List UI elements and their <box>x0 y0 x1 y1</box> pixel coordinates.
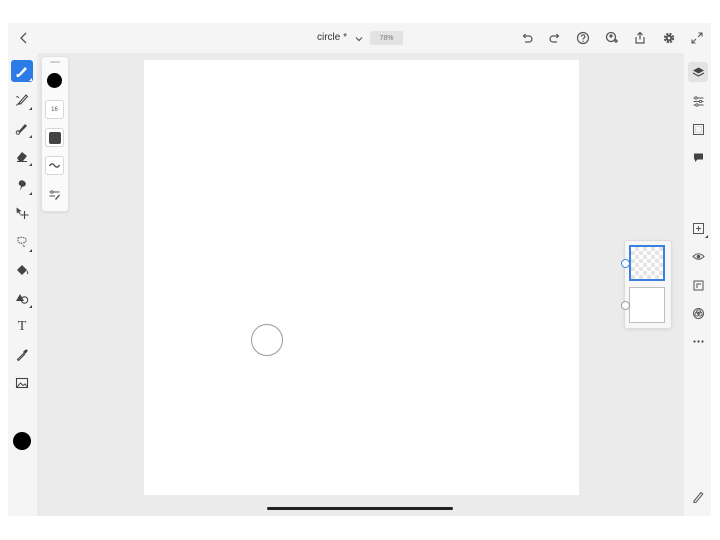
fill-tool[interactable] <box>11 259 33 281</box>
vector-brush-icon <box>15 124 27 135</box>
transform-icon <box>16 207 29 219</box>
selection-tool[interactable] <box>11 231 33 253</box>
layer-thumbnail-background[interactable] <box>629 287 665 323</box>
shapes-tool[interactable] <box>11 287 33 309</box>
left-toolbar: T <box>8 53 37 516</box>
layer-type-badge-icon[interactable] <box>621 301 630 310</box>
layer-type-badge-icon[interactable] <box>621 259 630 268</box>
zoom-level[interactable]: 78% <box>370 31 403 45</box>
eyedropper-tool[interactable] <box>11 344 33 366</box>
layers-icon[interactable] <box>688 62 708 82</box>
eyedropper-icon <box>16 349 28 362</box>
share-icon[interactable] <box>632 30 648 46</box>
right-toolbar <box>684 53 711 516</box>
image-icon <box>15 377 29 389</box>
add-layer-icon[interactable] <box>688 218 708 238</box>
lasso-selection-icon <box>17 236 27 247</box>
vector-brush-tool[interactable] <box>11 117 33 139</box>
paint-bucket-icon <box>17 265 29 275</box>
live-brush-tool[interactable] <box>11 89 33 111</box>
settings-icon[interactable] <box>661 30 677 46</box>
current-color-swatch[interactable] <box>13 432 31 450</box>
canvas-grid-icon[interactable] <box>688 119 708 139</box>
pixel-brush-tool[interactable] <box>11 60 33 82</box>
mask-icon[interactable] <box>688 303 708 323</box>
live-brush-icon <box>15 94 29 106</box>
text-tool[interactable]: T <box>11 316 33 338</box>
brush-color-button[interactable] <box>45 71 63 89</box>
document-title[interactable]: circle * <box>317 32 347 43</box>
help-icon[interactable] <box>575 30 591 46</box>
brush-smoothing-button[interactable] <box>45 156 64 175</box>
undo-icon[interactable] <box>519 30 535 46</box>
brush-settings-icon <box>49 189 60 200</box>
drawing-canvas[interactable] <box>144 60 579 495</box>
visibility-icon[interactable] <box>688 246 708 266</box>
brush-settings-button[interactable] <box>45 185 63 203</box>
shapes-icon <box>16 294 29 304</box>
home-indicator[interactable] <box>267 507 453 510</box>
brush-opacity-button[interactable] <box>45 128 64 147</box>
fullscreen-icon[interactable] <box>689 30 705 46</box>
transform-tool[interactable] <box>11 202 33 224</box>
smudge-tool[interactable] <box>11 174 33 196</box>
edit-pencil-icon[interactable] <box>688 486 708 506</box>
app-window: circle * 78% T 16 <box>8 23 711 516</box>
brush-cursor-indicator <box>251 324 283 356</box>
layer-thumbnail-selected[interactable] <box>629 245 665 281</box>
brush-size-button[interactable]: 16 <box>45 100 64 119</box>
text-tool-glyph: T <box>17 319 27 334</box>
title-chevron-icon[interactable] <box>353 32 365 44</box>
layers-panel <box>621 240 672 329</box>
brush-color-swatch <box>46 72 62 88</box>
eraser-icon <box>17 152 27 162</box>
more-icon[interactable] <box>688 331 708 351</box>
pixel-brush-icon <box>16 67 27 78</box>
panel-drag-handle[interactable] <box>50 61 60 63</box>
properties-icon[interactable] <box>688 91 708 111</box>
opacity-preview <box>48 131 61 144</box>
redo-icon[interactable] <box>547 30 563 46</box>
brush-properties-panel: 16 <box>41 56 69 212</box>
image-tool[interactable] <box>11 372 33 394</box>
wave-icon <box>48 163 61 168</box>
smudge-icon <box>18 180 26 191</box>
comments-icon[interactable] <box>688 147 708 167</box>
layer-actions-icon[interactable] <box>688 275 708 295</box>
eraser-tool[interactable] <box>11 145 33 167</box>
add-user-icon[interactable] <box>604 30 620 46</box>
back-chevron-icon[interactable] <box>16 30 32 46</box>
brush-size-label: 16 <box>51 106 58 113</box>
top-bar: circle * 78% <box>8 23 711 53</box>
